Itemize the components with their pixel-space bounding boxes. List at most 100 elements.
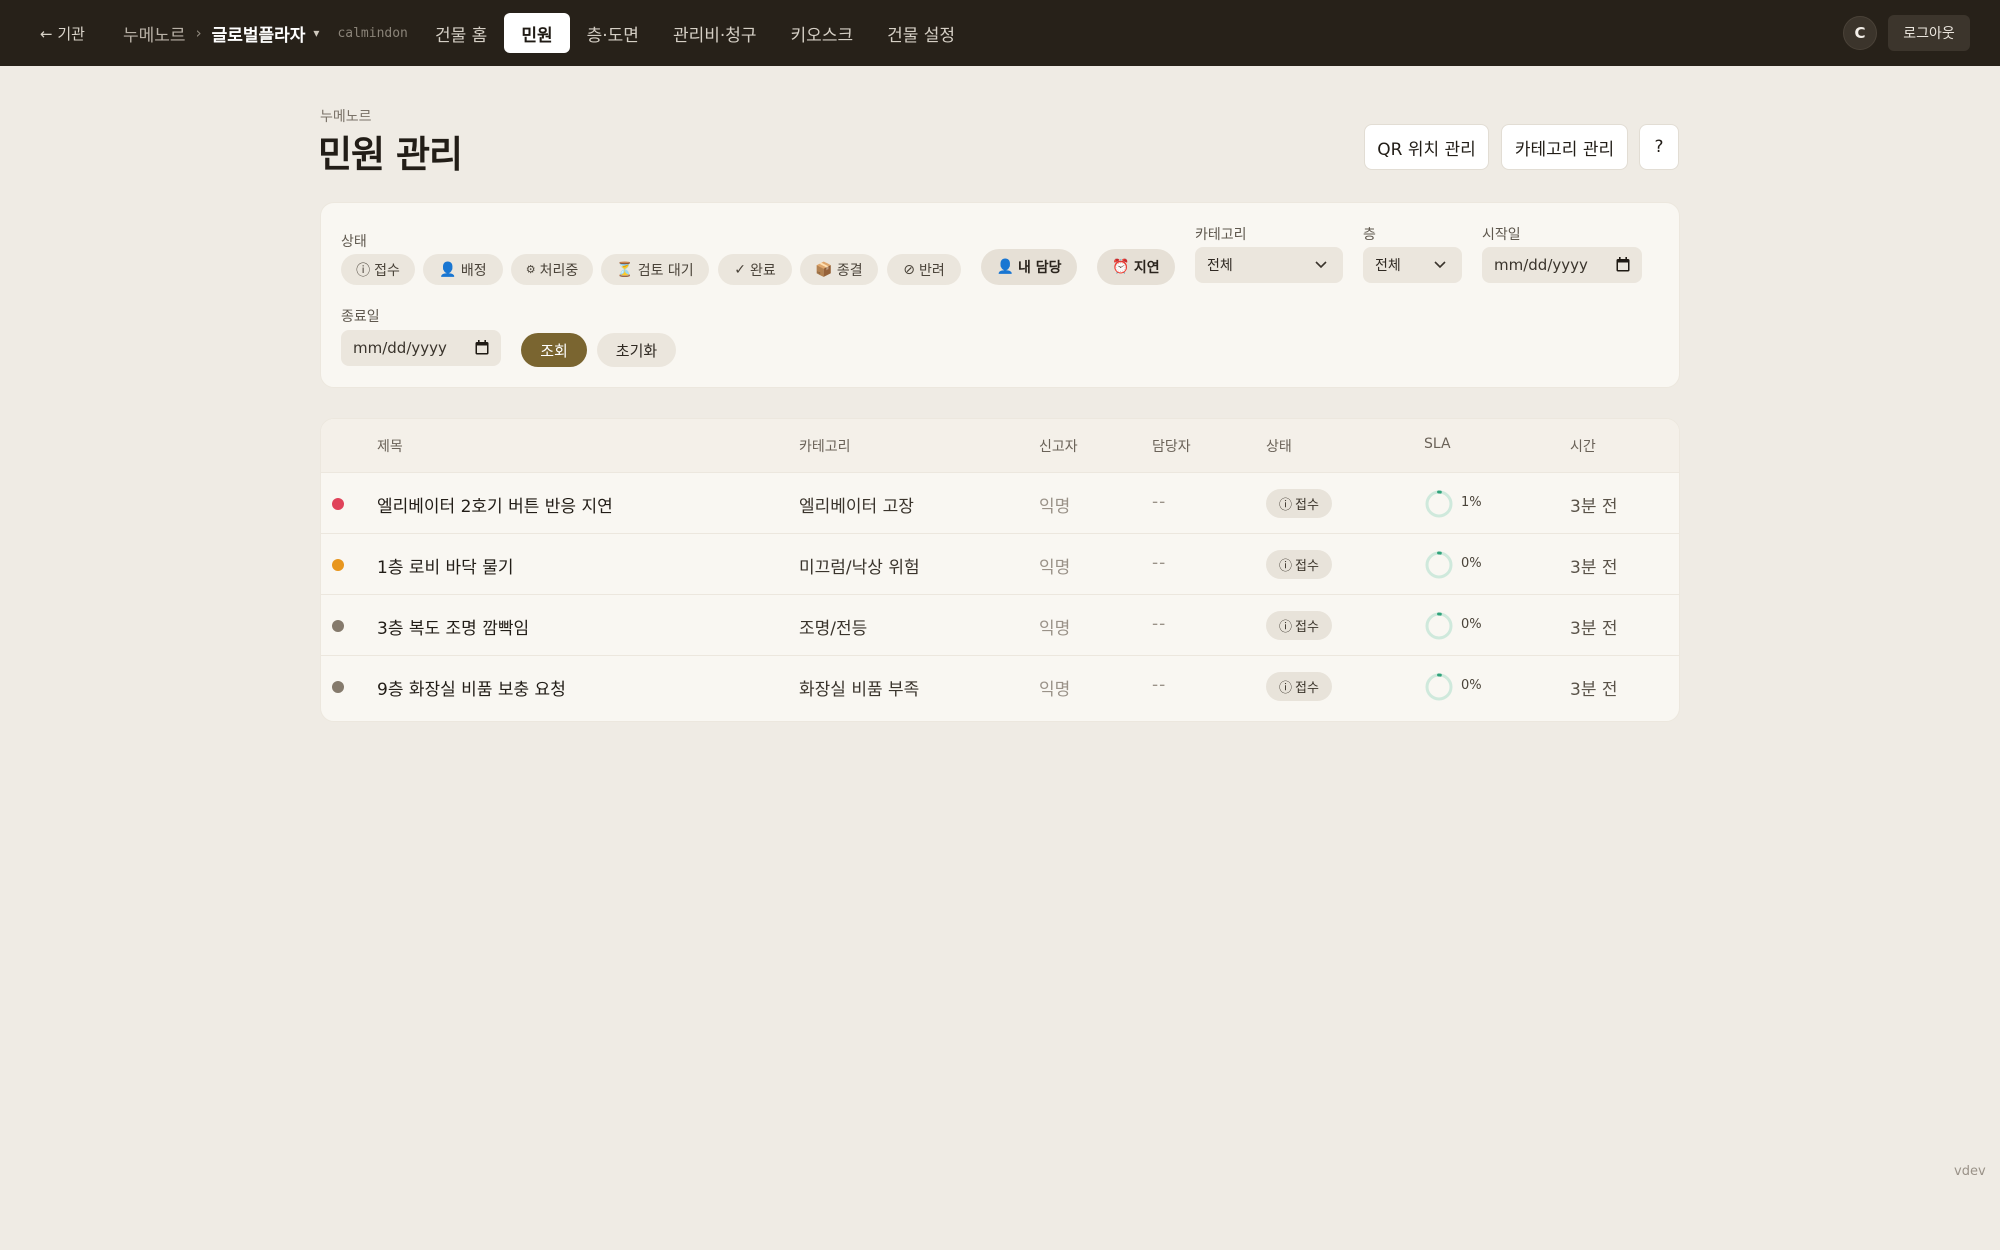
info-icon: ⓘ [356, 262, 371, 279]
status-filter-label: 상태 [341, 234, 367, 250]
end-date-placeholder: mm/dd/yyyy [353, 339, 447, 357]
sla-ring-track [1425, 490, 1453, 518]
building-switcher[interactable]: 글로벌플라자 [212, 21, 306, 46]
search-button[interactable]: 조회 [521, 333, 587, 367]
chip-label: 반려 [918, 262, 945, 279]
calendar-icon[interactable] [475, 340, 489, 355]
table-row[interactable]: 엘리베이터 2호기 버튼 반응 지연 엘리베이터 고장 익명 -- ⓘ 접수 1… [321, 472, 1679, 533]
row-time: 3분 전 [1570, 558, 1618, 578]
column-sla: SLA [1424, 436, 1451, 452]
top-navigation-bar: ← 기관 누메노르 › 글로벌플라자 ▾ calmindon 건물 홈 민원 층… [0, 0, 2000, 66]
column-category: 카테고리 [799, 439, 851, 455]
chip-label: 완료 [749, 262, 776, 279]
category-manage-button[interactable]: 카테고리 관리 [1501, 124, 1628, 170]
priority-dot [332, 681, 344, 693]
complaints-table: 제목 카테고리 신고자 담당자 상태 SLA 시간 엘리베이터 2호기 버튼 반… [320, 418, 1680, 722]
chip-label: 처리중 [539, 262, 579, 279]
qr-location-button[interactable]: QR 위치 관리 [1364, 124, 1489, 170]
logout-button[interactable]: 로그아웃 [1888, 15, 1970, 51]
column-time: 시간 [1570, 439, 1596, 455]
table-header: 제목 카테고리 신고자 담당자 상태 SLA 시간 [321, 419, 1679, 472]
table-row[interactable]: 9층 화장실 비품 보충 요청 화장실 비품 부족 익명 -- ⓘ 접수 0% … [321, 655, 1679, 716]
end-date-label: 종료일 [341, 309, 380, 325]
status-label: 접수 [1295, 620, 1319, 635]
start-date-input[interactable]: mm/dd/yyyy [1482, 247, 1642, 283]
row-title[interactable]: 1층 로비 바닥 물기 [377, 553, 514, 578]
row-category: 화장실 비품 부족 [799, 680, 920, 700]
nav-kiosk[interactable]: 키오스크 [774, 13, 871, 53]
chevron-down-icon [1315, 261, 1327, 269]
nav-complaints[interactable]: 민원 [504, 13, 570, 53]
status-badge: ⓘ 접수 [1266, 489, 1332, 518]
hourglass-icon: ⏳ [616, 261, 634, 278]
table-row[interactable]: 1층 로비 바닥 물기 미끄럼/낙상 위험 익명 -- ⓘ 접수 0% 3분 전 [321, 533, 1679, 594]
status-label: 접수 [1295, 559, 1319, 574]
person-icon: 👤 [439, 261, 457, 278]
person-icon: 👤 [996, 259, 1014, 275]
breadcrumb-org[interactable]: 누메노르 [123, 21, 186, 46]
sla-ring [1425, 490, 1453, 518]
floor-select[interactable]: 전체 [1363, 247, 1462, 283]
breadcrumb-separator: › [195, 24, 202, 42]
status-chip-rejected[interactable]: ⊘ 반려 [887, 254, 961, 285]
sla-percent: 0% [1461, 556, 1482, 571]
column-title: 제목 [377, 439, 403, 455]
sla-ring-track [1425, 673, 1453, 701]
sla-ring-track [1425, 551, 1453, 579]
reset-button[interactable]: 초기화 [597, 333, 676, 367]
row-category: 조명/전등 [799, 619, 868, 639]
priority-dot [332, 498, 344, 510]
row-category: 엘리베이터 고장 [799, 497, 914, 517]
column-assignee: 담당자 [1152, 439, 1191, 455]
row-reporter: 익명 [1039, 497, 1071, 517]
status-chip-in-progress[interactable]: ⚙ 처리중 [511, 254, 593, 285]
nav-floors[interactable]: 층·도면 [570, 13, 656, 53]
box-icon: 📦 [815, 261, 833, 278]
row-reporter: 익명 [1039, 619, 1071, 639]
status-chip-assigned[interactable]: 👤 배정 [423, 254, 503, 285]
table-row[interactable]: 3층 복도 조명 깜빡임 조명/전등 익명 -- ⓘ 접수 0% 3분 전 [321, 594, 1679, 655]
gear-icon: ⚙ [525, 263, 536, 276]
nav-building-home[interactable]: 건물 홈 [418, 13, 504, 53]
row-reporter: 익명 [1039, 680, 1071, 700]
row-title[interactable]: 3층 복도 조명 깜빡임 [377, 614, 529, 639]
prohibited-icon: ⊘ [903, 261, 915, 278]
status-chip-received[interactable]: ⓘ 접수 [341, 254, 415, 285]
sla-percent: 0% [1461, 678, 1482, 693]
nav-building-settings[interactable]: 건물 설정 [870, 13, 972, 53]
help-button[interactable]: ? [1639, 124, 1679, 170]
row-assignee: -- [1152, 553, 1167, 573]
page-title: 민원 관리 [318, 133, 463, 176]
delayed-toggle[interactable]: ⏰ 지연 [1097, 249, 1175, 285]
sla-ring-track [1425, 612, 1453, 640]
back-to-org-link[interactable]: ← 기관 [40, 0, 85, 66]
floor-select-value: 전체 [1375, 258, 1401, 274]
chip-label: 종결 [836, 262, 863, 279]
calendar-icon[interactable] [1616, 257, 1630, 272]
row-title[interactable]: 9층 화장실 비품 보충 요청 [377, 675, 566, 700]
nav-billing[interactable]: 관리비·청구 [656, 13, 774, 53]
info-icon: ⓘ [1279, 620, 1293, 635]
status-badge: ⓘ 접수 [1266, 611, 1332, 640]
info-icon: ⓘ [1279, 681, 1293, 696]
status-chip-done[interactable]: ✓ 완료 [718, 254, 792, 285]
building-slug: calmindon [337, 25, 408, 41]
avatar[interactable]: C [1843, 16, 1877, 50]
priority-dot [332, 559, 344, 571]
info-icon: ⓘ [1279, 559, 1293, 574]
chevron-down-icon[interactable]: ▾ [313, 26, 319, 40]
status-chip-closed[interactable]: 📦 종결 [800, 254, 878, 285]
row-title[interactable]: 엘리베이터 2호기 버튼 반응 지연 [377, 492, 613, 517]
alarm-clock-icon: ⏰ [1112, 259, 1130, 275]
my-assigned-toggle[interactable]: 👤 내 담당 [981, 249, 1077, 285]
row-assignee: -- [1152, 675, 1167, 695]
chip-label: 내 담당 [1017, 260, 1062, 276]
status-label: 접수 [1295, 681, 1319, 696]
chip-label: 지연 [1133, 260, 1160, 276]
end-date-input[interactable]: mm/dd/yyyy [341, 330, 501, 366]
status-badge: ⓘ 접수 [1266, 550, 1332, 579]
breadcrumb: 누메노르 › 글로벌플라자 ▾ calmindon [123, 0, 408, 66]
category-select[interactable]: 전체 [1195, 247, 1343, 283]
sla-ring [1425, 673, 1453, 701]
status-chip-review[interactable]: ⏳ 검토 대기 [601, 254, 709, 285]
